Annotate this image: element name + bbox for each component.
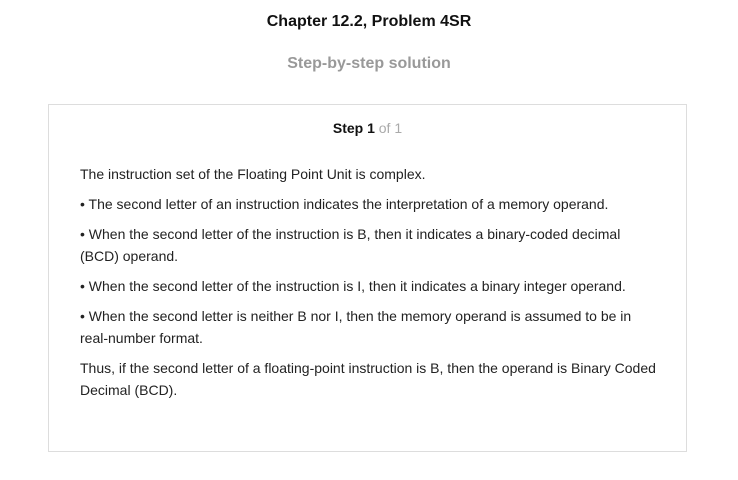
step-label: Step 1 (332, 120, 375, 136)
step-paragraph: • The second letter of an instruction in… (80, 196, 609, 212)
step-card: Step 1 of 1 The instruction set of the F… (48, 104, 687, 452)
step-count: of 1 (378, 120, 403, 136)
step-paragraph: • When the second letter of the instruct… (80, 226, 621, 264)
page-title: Chapter 12.2, Problem 4SR (266, 13, 472, 30)
step-paragraph: The instruction set of the Floating Poin… (80, 166, 426, 182)
step-body: The instruction set of the Floating Poin… (80, 163, 660, 409)
step-paragraph: • When the second letter of the instruct… (80, 278, 626, 294)
step-paragraph: • When the second letter is neither B no… (80, 308, 632, 346)
step-header: Step 1 of 1 (49, 119, 686, 137)
solution-subtitle: Step-by-step solution (287, 55, 451, 72)
step-paragraph: Thus, if the second letter of a floating… (80, 360, 656, 398)
